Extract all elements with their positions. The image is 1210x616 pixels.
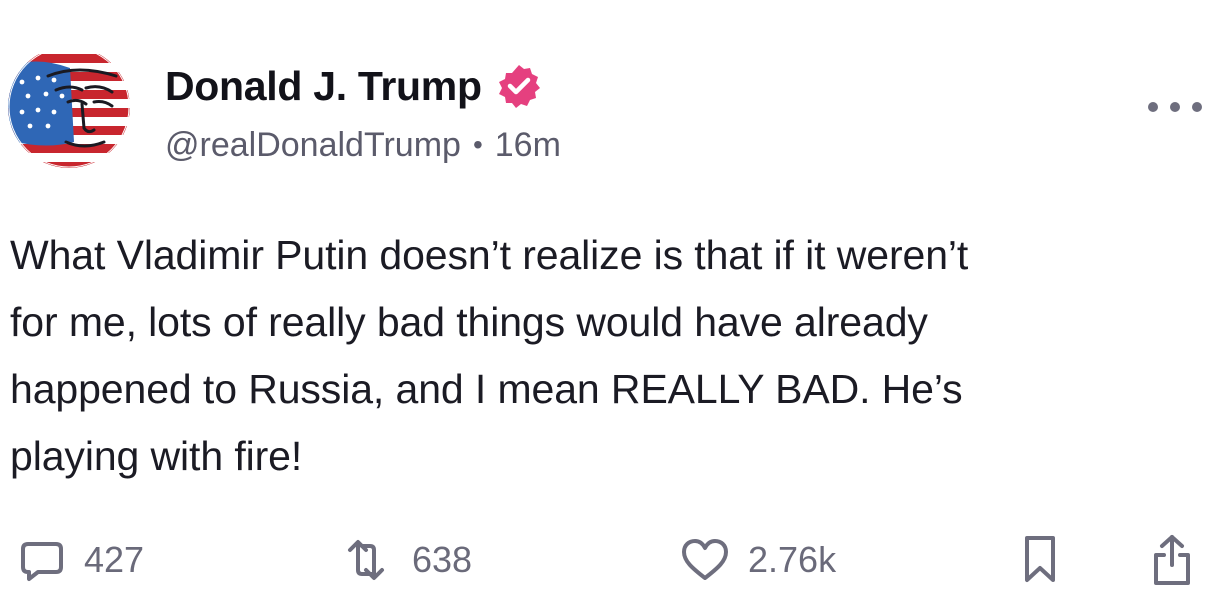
like-button[interactable]: 2.76k [680,530,836,590]
post-action-bar: 427 638 2.76k [0,530,1210,590]
like-count: 2.76k [748,539,837,580]
post-text-line: happened to Russia, and I mean REALLY BA… [10,366,963,412]
author-display-name[interactable]: Donald J. Trump [165,63,482,110]
more-options-button[interactable] [1148,88,1202,126]
author-handle[interactable]: @realDonaldTrump [165,126,461,165]
post-card: Donald J. Trump @realDonaldTrump • 16m W… [0,0,1210,616]
share-button[interactable] [1148,530,1196,590]
author-avatar[interactable] [8,46,130,168]
reply-icon [18,536,66,584]
post-text-line: playing with fire! [10,433,303,479]
more-horizontal-icon [1148,102,1158,112]
verified-badge-icon [496,63,542,109]
more-dot [1170,102,1180,112]
author-name-row: Donald J. Trump [165,60,542,112]
reply-count: 427 [84,539,145,580]
meta-separator: • [472,129,483,160]
post-timestamp[interactable]: 16m [495,126,561,165]
post-text-line: What Vladimir Putin doesn’t realize is t… [10,232,969,278]
share-icon [1148,533,1196,587]
retruth-button[interactable]: 638 [338,530,472,590]
heart-icon [680,536,730,584]
post-text: What Vladimir Putin doesn’t realize is t… [10,222,1190,490]
bookmark-button[interactable] [1018,530,1062,590]
avatar-image [8,46,130,168]
reply-button[interactable]: 427 [18,530,144,590]
more-dot [1192,102,1202,112]
author-meta: @realDonaldTrump • 16m [165,124,561,166]
retruth-count: 638 [412,539,473,580]
retruth-icon [338,536,394,584]
post-text-line: for me, lots of really bad things would … [10,299,928,345]
bookmark-icon [1018,534,1062,586]
